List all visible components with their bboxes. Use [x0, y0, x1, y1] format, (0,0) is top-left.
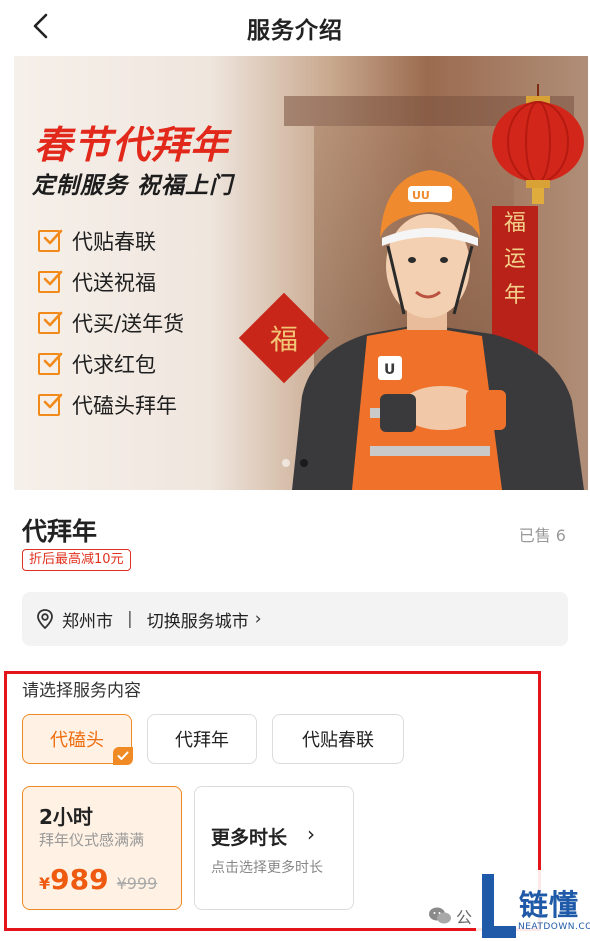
sold-count: 已售 6: [518, 526, 566, 545]
feature-item: 代求红包: [38, 343, 184, 384]
feature-item: 代送祝福: [38, 261, 184, 302]
service-option-new-year-greeting[interactable]: 代拜年: [147, 714, 257, 764]
feature-label: 代送祝福: [72, 270, 156, 295]
service-option-label: 代拜年: [175, 730, 229, 751]
svg-text:U: U: [384, 362, 395, 378]
checkbox-checked-icon: [38, 270, 63, 293]
service-option-couplets[interactable]: 代贴春联: [272, 714, 404, 764]
wechat-watermark-text: 公: [456, 908, 473, 927]
product-title: 代拜年: [22, 517, 98, 546]
service-option-label: 代贴春联: [302, 730, 374, 751]
wechat-icon: [429, 907, 451, 924]
duration-option-2h[interactable]: 2小时 拜年仪式感满满 ¥ 989 ¥999: [22, 786, 182, 910]
checkbox-checked-icon: [38, 311, 63, 334]
duration-desc: 拜年仪式感满满: [39, 831, 145, 849]
chevron-right-icon: ›: [254, 609, 262, 629]
carousel-dot[interactable]: [282, 459, 290, 467]
feature-label: 代买/送年货: [72, 311, 185, 336]
city-selector[interactable]: 郑州市 | 切换服务城市 ›: [22, 592, 568, 646]
checkbox-checked-icon: [38, 393, 63, 416]
price-original: ¥999: [116, 874, 158, 893]
banner-subtitle: 定制服务 祝福上门: [32, 173, 234, 199]
price-row: ¥ 989 ¥999: [39, 863, 157, 896]
courier-illustration: U UU: [292, 170, 584, 490]
wechat-watermark: 公: [428, 904, 472, 928]
price-currency: ¥: [39, 874, 51, 893]
promo-banner[interactable]: 福 福 运 年 春节代拜年 定制服务 祝福上门 代贴春联 代送祝福 代买/送年货…: [14, 56, 588, 490]
price-current: 989: [50, 863, 109, 896]
feature-label: 代贴春联: [72, 229, 156, 254]
location-pin-icon: [37, 609, 53, 630]
carousel-dot-active[interactable]: [300, 459, 308, 467]
feature-item: 代买/送年货: [38, 302, 184, 343]
more-duration-button[interactable]: 更多时长 › 点击选择更多时长: [194, 786, 354, 910]
more-duration-title: 更多时长: [211, 827, 288, 849]
checkbox-checked-icon: [38, 229, 63, 252]
brand-name: 链懂: [519, 888, 580, 922]
banner-title: 春节代拜年: [34, 123, 230, 167]
feature-label: 代求红包: [72, 352, 156, 377]
banner-feature-list: 代贴春联 代送祝福 代买/送年货 代求红包 代磕头拜年: [38, 220, 184, 425]
carousel-indicator[interactable]: [282, 459, 308, 467]
feature-label: 代磕头拜年: [72, 393, 177, 418]
top-nav-bar: 服务介绍: [0, 0, 590, 52]
current-city: 郑州市: [62, 611, 113, 632]
city-separator: |: [127, 609, 133, 629]
more-duration-desc: 点击选择更多时长: [211, 860, 323, 876]
service-option-label: 代磕头: [50, 730, 104, 751]
duration-title: 2小时: [39, 805, 93, 829]
brand-domain: NEATDOWN.COM: [518, 922, 590, 932]
feature-item: 代贴春联: [38, 220, 184, 261]
service-option-kowtow[interactable]: 代磕头: [22, 714, 133, 765]
service-section-label: 请选择服务内容: [22, 681, 141, 701]
svg-text:UU: UU: [412, 189, 430, 202]
page-title: 服务介绍: [247, 18, 343, 44]
selected-check-icon: [113, 747, 133, 765]
switch-city-link[interactable]: 切换服务城市: [147, 607, 249, 632]
discount-badge: 折后最高减10元: [22, 549, 131, 571]
chevron-right-icon: ›: [307, 822, 315, 846]
feature-item: 代磕头拜年: [38, 384, 184, 425]
checkbox-checked-icon: [38, 352, 63, 375]
